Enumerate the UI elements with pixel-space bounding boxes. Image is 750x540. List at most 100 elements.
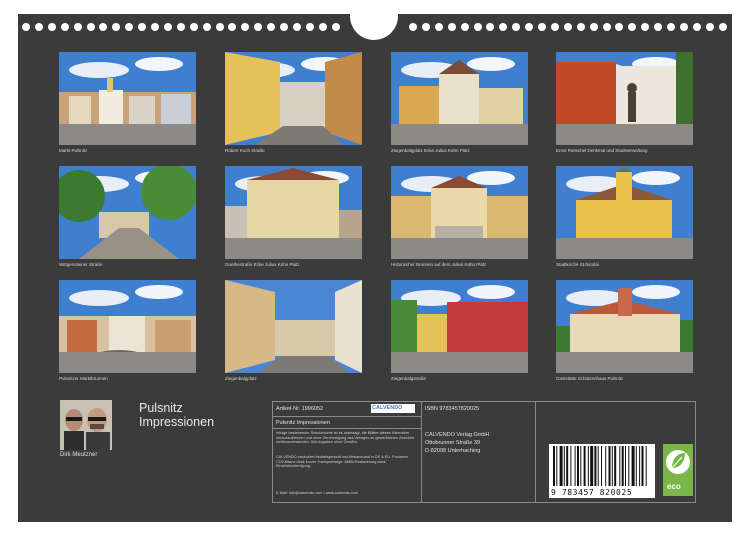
- binding-hole: [86, 23, 95, 31]
- hanger-notch: [350, 0, 398, 40]
- photo-caption: Ziegenbalgstraße: [391, 376, 427, 381]
- binding-hole: [47, 23, 56, 31]
- title-line-2: Impressionen: [139, 415, 215, 429]
- photo-1: [59, 52, 196, 145]
- legal-text: Infolge bestehender Schutzrechte ist es …: [276, 431, 415, 445]
- production-text: CALVENDO produziert bedarfsgerecht und k…: [276, 455, 409, 469]
- binding-hole: [34, 23, 43, 31]
- barcode-bar: [553, 446, 555, 486]
- leaf-icon: [666, 450, 690, 474]
- barcode-bar: [601, 446, 602, 486]
- barcode-bar: [635, 446, 637, 486]
- publisher-name: CALVENDO Verlag GmbH: [425, 432, 490, 438]
- binding-hole: [280, 23, 288, 31]
- binding-hole: [679, 23, 688, 31]
- binding-hole: [22, 23, 30, 31]
- barcode-bar: [619, 446, 621, 486]
- author-name: Dirk Meutzner: [60, 452, 98, 458]
- barcode-bar: [608, 446, 611, 486]
- barcode-bar: [566, 446, 569, 486]
- barcode-bar: [583, 446, 586, 486]
- barcode-bar: [559, 446, 563, 486]
- barcode-bar: [563, 446, 565, 486]
- photo-caption: Gaststätte Schützenhaus Pulsnitz: [556, 376, 624, 381]
- binding-hole: [73, 23, 82, 31]
- calvendo-logo: CALVENDO: [371, 404, 415, 413]
- barcode-bar: [614, 446, 617, 486]
- binding-hole: [215, 23, 224, 31]
- barcode-bar: [580, 446, 582, 486]
- info-box: Artikel-Nr. 1996052 CALVENDO Pulsnitz Im…: [272, 401, 696, 503]
- photo-10: [225, 280, 362, 373]
- binding-hole: [641, 23, 650, 31]
- binding-hole: [241, 23, 250, 31]
- divider: [273, 416, 421, 417]
- photo-caption: Ziegenbalgplatz: [225, 376, 257, 381]
- article-number: Artikel-Nr. 1996052: [276, 406, 324, 412]
- binding-hole: [525, 23, 534, 31]
- binding-hole: [447, 23, 456, 31]
- author-photo: [60, 400, 112, 450]
- barcode-bar: [587, 446, 589, 486]
- photo-11: [391, 280, 528, 373]
- barcode-bar: [577, 446, 579, 486]
- calvendo-logo-text: CALVENDO: [372, 405, 403, 411]
- photo-caption: Robert Koch Straße: [225, 148, 265, 153]
- binding-hole: [176, 23, 185, 31]
- barcode-bar: [594, 446, 597, 486]
- binding-hole: [589, 23, 598, 31]
- contact-line: E-Mail: info@calvendo.com • www.calvendo…: [276, 491, 359, 495]
- binding-hole: [615, 23, 624, 31]
- barcode-bar: [597, 446, 599, 486]
- photo-8: [556, 166, 693, 259]
- photo-caption: Stadtkirche St.Nicolai: [556, 262, 599, 267]
- barcode-bar: [570, 446, 572, 486]
- binding-hole: [705, 23, 714, 31]
- binding-hole: [60, 23, 69, 31]
- binding-hole: [331, 23, 340, 31]
- calendar-title: Pulsnitz Impressionen: [139, 401, 269, 429]
- binding-hole: [538, 23, 546, 31]
- barcode-bars: [553, 446, 647, 486]
- photo-12: [556, 280, 693, 373]
- eco-badge: eco: [663, 444, 693, 496]
- barcode: 9 783457 820025: [549, 444, 655, 498]
- photo-7: [391, 166, 528, 259]
- product-title: Pulsnitz Impressionen: [276, 420, 330, 426]
- binding-hole: [151, 23, 159, 31]
- photo-caption: Pulsnitzer Marktbrunnen: [59, 376, 108, 381]
- binding-hole: [499, 23, 508, 31]
- barcode-bar: [631, 446, 635, 486]
- binding-hole: [434, 23, 443, 31]
- binding-hole: [202, 23, 211, 31]
- binding-hole: [602, 23, 611, 31]
- binding-hole: [305, 23, 314, 31]
- binding-hole: [486, 23, 495, 31]
- binding-hole: [718, 23, 727, 31]
- photo-4: [556, 52, 693, 145]
- binding-hole: [409, 23, 417, 31]
- photo-caption: Historischer Brunnen auf dem Julius Kühn…: [391, 262, 487, 267]
- binding-hole: [692, 23, 701, 31]
- binding-hole: [563, 23, 572, 31]
- binding-hole: [654, 23, 663, 31]
- binding-hole: [292, 23, 301, 31]
- eco-label: eco: [667, 482, 681, 491]
- photo-5: [59, 166, 196, 259]
- photo-caption: Wittgensteiner Straße: [59, 262, 103, 267]
- barcode-bar: [590, 446, 594, 486]
- binding-hole: [99, 23, 108, 31]
- binding-hole: [421, 23, 430, 31]
- barcode-bar: [628, 446, 630, 486]
- barcode-bar: [639, 446, 641, 486]
- photo-caption: Markt Pulsnitz: [59, 148, 88, 153]
- binding-hole: [628, 23, 637, 31]
- binding-hole: [228, 23, 237, 31]
- barcode-bar: [641, 446, 644, 486]
- photo-9: [59, 280, 196, 373]
- photo-6: [225, 166, 362, 259]
- barcode-bar: [621, 446, 624, 486]
- photo-caption: Ernst Rietschel Denkmal und Stadtverwalt…: [556, 148, 648, 153]
- info-column-publisher: ISBN 9783457820025 CALVENDO Verlag GmbH …: [422, 402, 536, 502]
- binding-hole: [512, 23, 521, 31]
